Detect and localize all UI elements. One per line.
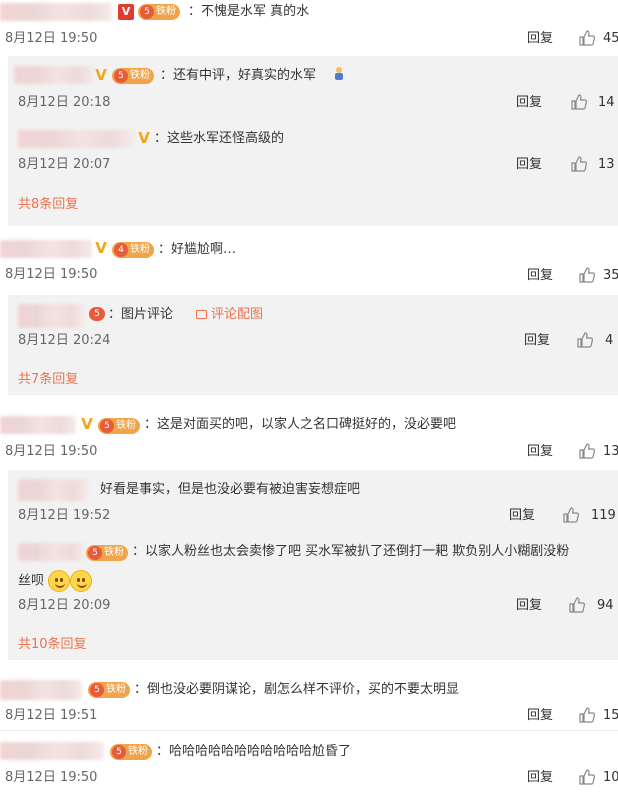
more-replies-link[interactable]: 共7条回复 (18, 372, 78, 388)
fan-level-icon: 5 (88, 546, 102, 560)
vip-icon: V (138, 129, 150, 147)
username-blurred[interactable] (18, 479, 88, 501)
like-icon[interactable] (568, 596, 586, 614)
reply-button[interactable]: 回复 (527, 268, 553, 284)
reply-time: 8月12日 20:09 (18, 598, 111, 613)
reply-time: 8月12日 20:07 (18, 157, 111, 172)
fan-level-icon: 5 (90, 683, 104, 697)
reply-time: 8月12日 20:24 (18, 333, 111, 348)
username-blurred[interactable] (18, 304, 84, 328)
like-icon[interactable] (578, 266, 596, 284)
like-count: 94 (597, 598, 614, 613)
comment-time: 8月12日 19:51 (5, 708, 98, 723)
fan-level-icon: 5 (89, 307, 105, 321)
reply-time: 8月12日 19:52 (18, 508, 111, 523)
username-blurred[interactable] (0, 416, 76, 434)
like-count: 14 (598, 95, 615, 110)
reply-text: ：图片评论 (108, 307, 174, 322)
fan-badge: 5 铁粉 (98, 418, 140, 434)
reply-button[interactable]: 回复 (527, 31, 553, 47)
like-icon[interactable] (578, 768, 596, 786)
like-count: 119 (591, 508, 616, 523)
like-icon[interactable] (562, 506, 580, 524)
username-blurred[interactable] (0, 240, 92, 258)
reply-button[interactable]: 回复 (524, 333, 550, 349)
reply-text: ：还有中评，好真实的水军 (160, 68, 317, 83)
fan-level-icon: 5 (112, 745, 126, 759)
like-icon[interactable] (578, 442, 596, 460)
reply-text: ：以家人粉丝也太会卖惨了吧 买水军被扒了还倒打一耙 欺负别人小糊剧没粉 (132, 544, 570, 559)
reply-text: 好看是事实，但是也没必要有被迫害妄想症吧 (100, 482, 361, 497)
fan-level-icon: 5 (114, 69, 128, 83)
like-icon[interactable] (578, 706, 596, 724)
comment-time: 8月12日 19:50 (5, 770, 98, 785)
like-count: 13 (598, 157, 615, 172)
reply-time: 8月12日 20:18 (18, 95, 111, 110)
comment-time: 8月12日 19:50 (5, 444, 98, 459)
comment-text: ：不愧是水军 真的水 (188, 4, 310, 19)
reply-button[interactable]: 回复 (527, 708, 553, 724)
username-blurred[interactable] (18, 543, 84, 561)
vip-icon: V (118, 4, 134, 20)
smile-emoji-icon (48, 570, 71, 592)
fan-badge: 5 铁粉 (112, 68, 154, 84)
like-count: 4 (605, 333, 614, 348)
reply-button[interactable]: 回复 (516, 95, 542, 111)
like-icon[interactable] (578, 29, 596, 47)
like-icon[interactable] (576, 331, 594, 349)
fan-badge: 5 (89, 306, 107, 322)
reply-button[interactable]: 回复 (516, 598, 542, 614)
like-icon[interactable] (570, 93, 588, 111)
comment-text: ：这是对面买的吧，以家人之名口碑挺好的，没必要吧 (144, 417, 457, 432)
figure-emoji-icon (335, 67, 343, 80)
username-blurred[interactable] (14, 66, 94, 84)
username-blurred[interactable] (0, 3, 112, 21)
more-replies-link[interactable]: 共10条回复 (18, 637, 87, 653)
comment-text: ：好尴尬啊… (158, 242, 237, 257)
comment-text: ：倒也没必要阴谋论，剧怎么样不评价，买的不要太明显 (134, 682, 460, 697)
like-icon[interactable] (570, 155, 588, 173)
comment-text: ：哈哈哈哈哈哈哈哈哈哈哈尬昏了 (156, 744, 352, 759)
fan-level-icon: 5 (100, 419, 114, 433)
fan-badge: 4 铁粉 (112, 242, 154, 258)
reply-button[interactable]: 回复 (527, 444, 553, 460)
username-blurred[interactable] (18, 130, 134, 148)
reply-button[interactable]: 回复 (527, 770, 553, 786)
fan-badge: 5 铁粉 (110, 744, 152, 760)
divider (0, 730, 618, 731)
image-icon (196, 310, 207, 319)
reply-button[interactable]: 回复 (516, 157, 542, 173)
reply-text: ：这些水军还怪高级的 (154, 131, 285, 146)
username-blurred[interactable] (0, 742, 104, 760)
fan-level-icon: 4 (114, 243, 128, 257)
more-replies-link[interactable]: 共8条回复 (18, 197, 78, 213)
smile-emoji-icon (70, 570, 93, 592)
fan-badge: 5 铁粉 (88, 682, 130, 698)
like-count: 10 (603, 770, 618, 785)
fan-level-icon: 5 (140, 5, 154, 19)
vip-icon: V (95, 66, 107, 84)
like-count: 15 (603, 708, 618, 723)
like-count: 45 (603, 31, 618, 46)
fan-badge: 5 铁粉 (138, 4, 180, 20)
comment-time: 8月12日 19:50 (5, 31, 98, 46)
reply-button[interactable]: 回复 (509, 508, 535, 524)
like-count: 13 (603, 444, 618, 459)
vip-icon: V (81, 415, 93, 433)
comment-time: 8月12日 19:50 (5, 267, 98, 282)
fan-badge: 5 铁粉 (86, 545, 128, 561)
image-comment-link[interactable]: 评论配图 (196, 306, 263, 324)
username-blurred[interactable] (0, 680, 82, 700)
reply-text-continued: 丝呗 (18, 570, 93, 592)
vip-icon: V (95, 239, 107, 257)
like-count: 35 (603, 268, 618, 283)
